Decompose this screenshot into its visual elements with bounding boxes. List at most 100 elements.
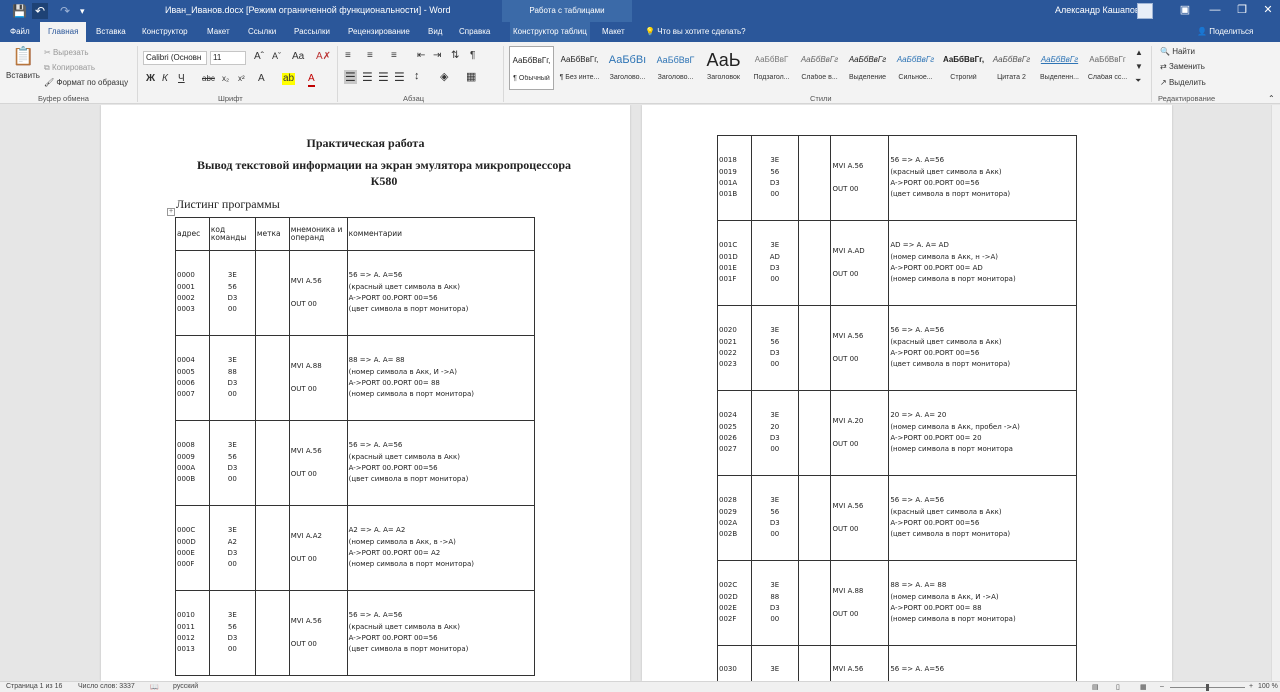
table-row[interactable]: 0028 0029 002A 002B 3E 56 D3 00 MVI A.56…	[717, 475, 1077, 561]
style-title[interactable]: АаЬ Заголовок	[701, 46, 746, 90]
copy-button[interactable]: ⧉ Копировать	[44, 63, 95, 73]
language-label[interactable]: русский	[173, 683, 198, 690]
user-name[interactable]: Александр Кашапов	[1055, 5, 1140, 15]
format-painter-button[interactable]: 🖌 Формат по образцу	[44, 78, 128, 87]
zoom-out-icon[interactable]: –	[1160, 683, 1164, 690]
style-heading-1[interactable]: АаБбВı Заголово...	[605, 46, 650, 90]
replace-button[interactable]: ⇄ Заменить	[1160, 62, 1205, 71]
styles-more-icon[interactable]: ⏷	[1135, 76, 1141, 86]
ribbon-display-icon[interactable]: ▣	[1175, 2, 1195, 18]
style-normal[interactable]: АаБбВвГг, ¶ Обычный	[509, 46, 554, 90]
text-effects-icon[interactable]: A	[258, 73, 265, 85]
word-count[interactable]: Число слов: 3337	[78, 683, 135, 690]
style-intense-emphasis[interactable]: АаБбВвГг Сильное...	[893, 46, 938, 90]
show-marks-icon[interactable]: ¶	[470, 50, 475, 61]
tab-review[interactable]: Рецензирование	[348, 22, 410, 42]
collapse-ribbon-icon[interactable]: ⌃	[1268, 94, 1275, 103]
table-row[interactable]: 0024 0025 0026 0027 3E 20 D3 00 MVI A.20…	[717, 390, 1077, 476]
read-mode-icon[interactable]: ▯	[1116, 683, 1120, 691]
zoom-in-icon[interactable]: +	[1249, 683, 1253, 690]
align-center-icon[interactable]: ☰	[362, 70, 373, 84]
tab-table-design[interactable]: Конструктор таблиц	[510, 22, 590, 42]
table-row[interactable]: 001C 001D 001E 001F 3E AD D3 00 MVI A.AD…	[717, 220, 1077, 306]
redo-icon[interactable]: ↷	[60, 3, 70, 19]
font-size-select[interactable]: 11	[210, 51, 246, 65]
customize-qat-icon[interactable]: ▾	[80, 3, 85, 19]
decrease-indent-icon[interactable]: ⇤	[417, 50, 425, 61]
program-table[interactable]: 0018 0019 001A 001B 3E 56 D3 00 MVI A.56…	[717, 135, 1077, 681]
table-row[interactable]: 0008 0009 000A 000B 3E 56 D3 00 MVI A.56…	[175, 420, 536, 506]
tab-insert[interactable]: Вставка	[96, 22, 126, 42]
cut-button[interactable]: ✂ Вырезать	[44, 48, 89, 57]
proofing-icon[interactable]: 📖	[150, 683, 159, 691]
table-move-handle-icon[interactable]: +	[167, 208, 175, 216]
table-row[interactable]: 0020 0021 0022 0023 3E 56 D3 00 MVI A.56…	[717, 305, 1077, 391]
grow-font-icon[interactable]: Aˆ	[254, 51, 264, 62]
clear-format-icon[interactable]: A✗	[316, 51, 331, 62]
multilevel-list-icon[interactable]: ≡	[391, 50, 397, 61]
share-button[interactable]: 👤 Поделиться	[1197, 22, 1253, 42]
justify-icon[interactable]: ☰	[394, 70, 405, 84]
zoom-level[interactable]: 100 %	[1258, 683, 1278, 690]
strikethrough-icon[interactable]: abc	[202, 73, 215, 85]
styles-scroll-down-icon[interactable]: ▼	[1135, 62, 1143, 71]
undo-icon[interactable]: ↶	[32, 3, 49, 19]
font-name-select[interactable]: Calibri (Основн	[143, 51, 207, 65]
zoom-slider-thumb[interactable]	[1206, 684, 1209, 691]
table-row[interactable]: 0000 0001 0002 0003 3E 56 D3 00 MVI A.56…	[175, 250, 536, 336]
print-layout-icon[interactable]: ▦	[1140, 683, 1147, 691]
page-count[interactable]: Страница 1 из 16	[6, 683, 62, 690]
table-row[interactable]: 0018 0019 001A 001B 3E 56 D3 00 MVI A.56…	[717, 135, 1077, 221]
save-icon[interactable]: 💾	[12, 3, 27, 19]
style-heading-2[interactable]: АаБбВвГ Заголово...	[653, 46, 698, 90]
vertical-scrollbar[interactable]	[1271, 105, 1280, 681]
shrink-font-icon[interactable]: Aˇ	[272, 51, 281, 61]
align-right-icon[interactable]: ☰	[378, 70, 389, 84]
document-page[interactable]: 0018 0019 001A 001B 3E 56 D3 00 MVI A.56…	[642, 105, 1172, 681]
table-row[interactable]: 0030 3E MVI A.56 56 => A. A=56	[717, 645, 1077, 681]
tab-table-layout[interactable]: Макет	[602, 22, 625, 42]
shading-icon[interactable]: ◈	[440, 70, 448, 83]
tell-me-search[interactable]: 💡 Что вы хотите сделать?	[645, 22, 746, 42]
table-row[interactable]: 000C 000D 000E 000F 3E A2 D3 00 MVI A.A2…	[175, 505, 536, 591]
tab-design[interactable]: Конструктор	[142, 22, 188, 42]
restore-icon[interactable]: ❐	[1232, 2, 1252, 18]
italic-icon[interactable]: К	[162, 73, 168, 85]
subscript-icon[interactable]: x₂	[222, 73, 229, 85]
style-no-spacing[interactable]: АаБбВвГг, ¶ Без инте...	[557, 46, 602, 90]
superscript-icon[interactable]: x²	[238, 73, 245, 85]
numbering-icon[interactable]: ≡	[367, 50, 373, 61]
highlight-icon[interactable]: ab	[282, 73, 296, 85]
tab-mailings[interactable]: Рассылки	[294, 22, 330, 42]
tab-layout[interactable]: Макет	[207, 22, 230, 42]
font-color-icon[interactable]: A	[308, 73, 315, 87]
tab-file[interactable]: Файл	[10, 22, 30, 42]
change-case-icon[interactable]: Aa	[292, 51, 304, 62]
style-quote-2[interactable]: АаБбВвГг Цитата 2	[989, 46, 1034, 90]
bold-icon[interactable]: Ж	[146, 73, 155, 85]
close-icon[interactable]: ✕	[1258, 2, 1278, 18]
paste-icon[interactable]: 📋	[12, 46, 34, 67]
style-emphasis[interactable]: АаБбВвГг Выделение	[845, 46, 890, 90]
select-button[interactable]: ↗ Выделить	[1160, 78, 1206, 87]
borders-icon[interactable]: ▦	[466, 70, 476, 83]
focus-mode-icon[interactable]: ▤	[1092, 683, 1099, 691]
tab-home[interactable]: Главная	[40, 22, 87, 42]
document-page[interactable]: Практическая работа Вывод текстовой инфо…	[101, 105, 630, 681]
style-subtle-emphasis[interactable]: АаБбВвГг Слабое в...	[797, 46, 842, 90]
style-intense-quote[interactable]: АаБбВвГг Выделенн...	[1037, 46, 1082, 90]
style-subtitle[interactable]: АаБбВвГ Подзагол...	[749, 46, 794, 90]
bullets-icon[interactable]: ≡	[345, 50, 351, 61]
tab-view[interactable]: Вид	[428, 22, 442, 42]
increase-indent-icon[interactable]: ⇥	[433, 50, 441, 61]
style-strong[interactable]: АаБбВвГг, Строгий	[941, 46, 986, 90]
table-row[interactable]: 0010 0011 0012 0013 3E 56 D3 00 MVI A.56…	[175, 590, 536, 676]
styles-scroll-up-icon[interactable]: ▲	[1135, 48, 1143, 57]
align-left-icon[interactable]: ☰	[344, 70, 357, 84]
tab-references[interactable]: Ссылки	[248, 22, 276, 42]
tab-help[interactable]: Справка	[459, 22, 490, 42]
table-row[interactable]: 0004 0005 0006 0007 3E 88 D3 00 MVI A.88…	[175, 335, 536, 421]
minimize-icon[interactable]: —	[1205, 2, 1225, 18]
sort-icon[interactable]: ⇅	[451, 50, 459, 61]
find-button[interactable]: 🔍 Найти	[1160, 47, 1195, 56]
